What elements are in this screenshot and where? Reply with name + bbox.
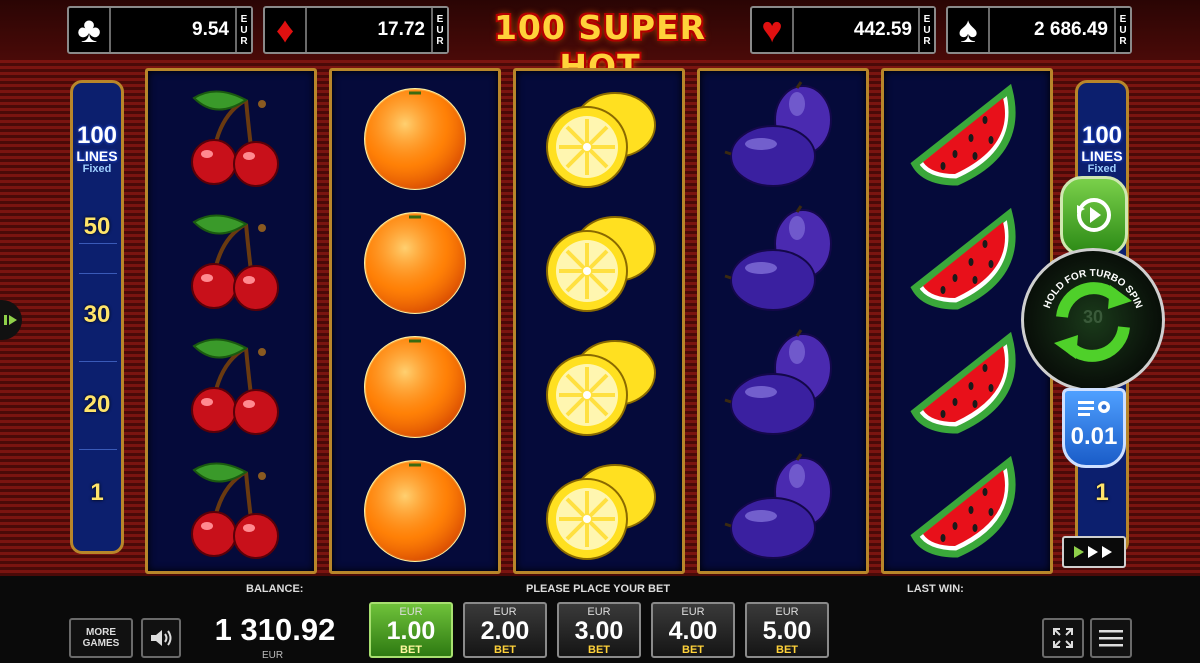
lines-label: LINES [1081, 148, 1123, 164]
bet-label: BET [588, 644, 610, 656]
spin-arrows-icon: HOLD FOR TURBO SPIN 30 [1042, 268, 1144, 362]
bet-amount: 1.00 [386, 617, 436, 645]
jackpot-currency: EUR [235, 8, 251, 52]
hamburger-icon [1099, 630, 1123, 647]
bet-amount: 5.00 [762, 617, 812, 645]
spin-button[interactable]: HOLD FOR TURBO SPIN 30 [1021, 248, 1165, 392]
lines-panel-left: 100 LINES Fixed 50 30 20 1 [70, 80, 124, 554]
bet-value-panel[interactable]: 0.01 [1062, 388, 1126, 468]
divider [79, 273, 117, 274]
plum-icon [700, 75, 866, 199]
plum-icon [700, 447, 866, 571]
fullscreen-icon [1053, 628, 1073, 648]
bet-amount: 3.00 [574, 617, 624, 645]
plum-icon [700, 323, 866, 447]
line-marker: 1 [90, 479, 104, 506]
cherry-icon [148, 75, 314, 199]
bet-label: BET [776, 644, 798, 656]
lines-header: 100 LINES Fixed [73, 123, 121, 176]
line-marker: 20 [83, 391, 111, 418]
bet-prompt: PLEASE PLACE YOUR BET [526, 583, 671, 595]
line-marker: 30 [83, 301, 111, 328]
jackpot-hearts: ♥ 442.59 EUR [750, 6, 936, 54]
lines-fixed-label: Fixed [1087, 163, 1117, 175]
jackpot-diamonds: ♦ 17.72 EUR [263, 6, 449, 54]
jackpot-currency: EUR [918, 8, 934, 52]
lines-label: LINES [76, 148, 118, 164]
reel-2 [329, 68, 501, 574]
lemon-icon [516, 199, 682, 323]
divider [79, 361, 117, 362]
jackpot-currency: EUR [1114, 8, 1130, 52]
balance-value: 1 310.92 [214, 612, 336, 647]
jackpot-clubs: ♣ 9.54 EUR [67, 6, 253, 54]
lines-count: 100 [1081, 122, 1123, 149]
bet-value: 0.01 [1070, 423, 1118, 450]
autoplay-icon [1077, 198, 1111, 232]
bet-button-3[interactable]: EUR 3.00 BET [557, 602, 641, 658]
jackpot-hearts-amount: 442.59 [853, 19, 912, 40]
lemon-icon [516, 75, 682, 199]
sound-button[interactable] [141, 618, 181, 658]
menu-button[interactable] [1090, 618, 1132, 658]
game-title: 100 SUPER HOT [493, 8, 707, 86]
fast-forward-icon [1074, 546, 1112, 558]
autoplay-button[interactable] [1060, 176, 1128, 256]
lemon-icon [516, 447, 682, 571]
reel-3 [513, 68, 685, 574]
lemon-icon [516, 323, 682, 447]
bet-label: BET [682, 644, 704, 656]
fast-forward-button[interactable] [1062, 536, 1126, 568]
lines-count: 100 [76, 122, 118, 149]
line-marker: 1 [1095, 479, 1109, 506]
side-menu-tab[interactable] [0, 300, 22, 340]
settings-icon [1078, 401, 1110, 416]
jackpot-spades-amount: 2 686.49 [1034, 19, 1108, 40]
bet-label: BET [494, 644, 516, 656]
cherry-icon [148, 447, 314, 571]
lines-header: 100 LINES Fixed [1078, 123, 1126, 176]
reel-4 [697, 68, 869, 574]
play-arrow-icon [4, 315, 17, 325]
orange-icon [332, 447, 498, 571]
jackpot-diamonds-amount: 17.72 [377, 19, 425, 40]
divider [79, 243, 117, 244]
bet-label: BET [400, 644, 422, 656]
balance-label: BALANCE: [246, 583, 304, 595]
turbo-hint-number: 30 [1083, 307, 1103, 327]
divider [79, 449, 117, 450]
more-games-button[interactable]: MORE GAMES [69, 618, 133, 658]
orange-icon [332, 199, 498, 323]
speaker-icon [151, 630, 172, 646]
balance-currency: EUR [262, 650, 284, 661]
watermelon-icon [884, 75, 1050, 199]
clubs-icon: ♣ [69, 8, 111, 52]
bet-button-4[interactable]: EUR 4.00 BET [651, 602, 735, 658]
bet-button-5[interactable]: EUR 5.00 BET [745, 602, 829, 658]
bet-amount: 4.00 [668, 617, 718, 645]
last-win-label: LAST WIN: [907, 583, 964, 595]
spades-icon: ♠ [948, 8, 990, 52]
bet-button-1[interactable]: EUR 1.00 BET [369, 602, 453, 658]
hearts-icon: ♥ [752, 8, 794, 52]
cherry-icon [148, 199, 314, 323]
bet-button-2[interactable]: EUR 2.00 BET [463, 602, 547, 658]
jackpot-clubs-amount: 9.54 [192, 19, 229, 40]
diamonds-icon: ♦ [265, 8, 307, 52]
plum-icon [700, 199, 866, 323]
watermelon-icon [884, 447, 1050, 571]
bet-amount: 2.00 [480, 617, 530, 645]
cherry-icon [148, 323, 314, 447]
orange-icon [332, 75, 498, 199]
jackpot-spades: ♠ 2 686.49 EUR [946, 6, 1132, 54]
lines-fixed-label: Fixed [82, 163, 112, 175]
reel-1 [145, 68, 317, 574]
line-marker: 50 [83, 213, 111, 240]
jackpot-currency: EUR [431, 8, 447, 52]
fullscreen-button[interactable] [1042, 618, 1084, 658]
orange-icon [332, 323, 498, 447]
